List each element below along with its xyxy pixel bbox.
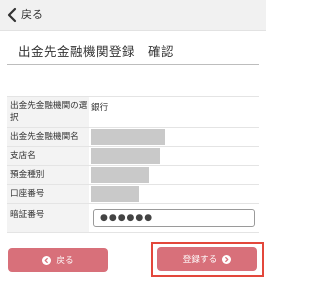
row-label: 暗証番号 — [7, 204, 89, 232]
back-button[interactable]: 戻る — [8, 248, 108, 272]
circle-arrow-right-icon — [222, 254, 232, 264]
row-label: 支店名 — [7, 147, 89, 165]
row-value — [89, 147, 259, 165]
row-value — [89, 166, 259, 184]
row-label: 預金種別 — [7, 166, 89, 184]
register-button-label: 登録する — [182, 255, 218, 265]
table-row: 出金先金融機関の選択 銀行 — [7, 97, 259, 128]
page-title: 出金先金融機関登録 確認 — [18, 44, 175, 59]
confirmation-table: 出金先金融機関の選択 銀行 出金先金融機関名 支店名 預金種別 口座番号 暗証番… — [7, 96, 259, 233]
table-row: 出金先金融機関名 — [7, 128, 259, 147]
row-value: 銀行 — [91, 103, 109, 113]
back-link[interactable]: 戻る — [6, 5, 43, 25]
back-link-label: 戻る — [21, 8, 43, 21]
register-button[interactable]: 登録する — [157, 247, 257, 271]
redacted-value — [91, 167, 149, 183]
table-row: 支店名 — [7, 147, 259, 166]
redacted-value — [91, 129, 165, 145]
page: 戻る 出金先金融機関登録 確認 出金先金融機関の選択 銀行 出金先金融機関名 支… — [0, 0, 266, 300]
row-label: 口座番号 — [7, 185, 89, 203]
redacted-value — [91, 186, 139, 202]
top-nav-bar: 戻る — [0, 0, 266, 31]
chevron-left-icon — [7, 7, 17, 23]
row-value — [89, 185, 259, 203]
table-row: 口座番号 — [7, 185, 259, 204]
row-label: 出金先金融機関名 — [7, 128, 89, 146]
row-label: 出金先金融機関の選択 — [7, 97, 89, 127]
row-value — [89, 204, 259, 232]
table-row: 預金種別 — [7, 166, 259, 185]
pin-input[interactable] — [93, 209, 255, 227]
row-value — [89, 128, 259, 146]
back-button-label: 戻る — [56, 256, 74, 266]
circle-arrow-left-icon — [42, 255, 52, 265]
title-divider — [7, 64, 259, 65]
table-row: 暗証番号 — [7, 204, 259, 233]
redacted-value — [91, 148, 160, 164]
